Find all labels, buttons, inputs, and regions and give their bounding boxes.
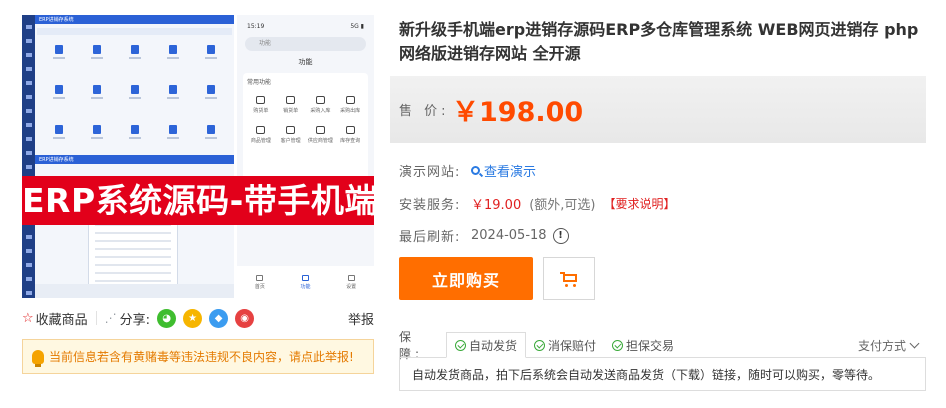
price-value: ￥198.00 (452, 97, 584, 128)
guarantee-description: 自动发货商品，拍下后系统会自动发送商品发货（下载）链接，随时可以购买，零等待。 (399, 357, 926, 391)
share-icon: ⋰ (104, 311, 117, 325)
report-notice[interactable]: 当前信息若含有黄赌毒等违法违规不良内容，请点此举报! (22, 339, 374, 374)
weibo-icon[interactable]: ◉ (235, 308, 255, 328)
price-box: 售 价: ￥198.00 (390, 76, 926, 143)
chevron-down-icon (909, 338, 920, 348)
star-icon: ☆ (22, 310, 34, 326)
demo-link-text: 查看演示 (484, 165, 537, 180)
tab-escrow-trade[interactable]: 担保交易 (604, 332, 682, 358)
notice-text: 当前信息若含有黄赌毒等违法违规不良内容，请点此举报! (49, 350, 354, 364)
add-to-cart-button[interactable] (543, 257, 595, 300)
price-label: 售 价: (399, 104, 450, 119)
refresh-date: 2024-05-18 (471, 228, 547, 243)
install-request-link[interactable]: 【要求说明】 (604, 195, 676, 212)
demo-label: 演示网站: (399, 165, 461, 180)
tab-auto-delivery[interactable]: 自动发货 (446, 332, 527, 358)
buy-now-button[interactable]: 立即购买 (399, 257, 533, 300)
favorite-label: 收藏商品 (35, 312, 88, 328)
favorite-button[interactable]: ☆ 收藏商品 (22, 309, 88, 328)
install-price: ￥19.00 (471, 198, 522, 213)
erp-header-text: ERP进销存系统 (39, 17, 74, 23)
share-label: 分享: (119, 312, 151, 328)
report-link[interactable]: 举报 (348, 309, 374, 328)
phone-search-field: 功能 (245, 37, 366, 51)
install-note: (额外,可选) (529, 198, 596, 213)
check-circle-icon (612, 339, 624, 351)
promo-banner: ERP系统源码-带手机端 (22, 176, 374, 225)
guarantee-tabs: 保 障: 自动发货 消保赔付 担保交易 支付方式 (390, 330, 926, 361)
guarantee-label: 保 障: (399, 330, 424, 361)
qzone-icon[interactable]: ★ (183, 308, 203, 328)
install-row: 安装服务: ￥19.00 (额外,可选) 【要求说明】 (399, 194, 676, 213)
refresh-row: 最后刷新: 2024-05-18 ! (399, 226, 569, 245)
shopping-cart-icon (560, 271, 578, 287)
share-row: ☆ 收藏商品 ⋰ 分享: ◕ ★ ◆ ◉ 举报 (22, 308, 374, 328)
mobile-screenshot: 15:19 5G ▮ 功能 功能 常用功能 购货单 销货单 采购入库 采购出库 … (234, 15, 374, 298)
check-circle-icon (534, 339, 546, 351)
info-icon[interactable]: ! (552, 227, 569, 244)
check-circle-icon (455, 339, 466, 351)
lightbulb-icon (32, 349, 44, 367)
tab-consumer-protection[interactable]: 消保赔付 (526, 332, 604, 358)
phone-tab-bar: 首页 功能 设置 (237, 266, 374, 298)
erp-tabs-row (37, 28, 232, 35)
search-icon (471, 166, 480, 175)
refresh-label: 最后刷新: (399, 230, 461, 245)
install-label: 安装服务: (399, 198, 461, 213)
product-title: 新升级手机端erp进销存源码ERP多仓库管理系统 WEB网页进销存 php网络版… (399, 20, 919, 63)
demo-row: 演示网站: 查看演示 (399, 161, 536, 180)
erp-side-nav (22, 15, 35, 157)
pay-method-dropdown[interactable]: 支付方式 (858, 332, 926, 358)
erp-document-sheet (88, 217, 178, 287)
demo-link[interactable]: 查看演示 (471, 161, 536, 180)
qq-icon[interactable]: ◆ (209, 308, 229, 328)
phone-status-bar: 15:19 5G ▮ (247, 22, 364, 30)
erp-icon-grid (44, 45, 226, 153)
erp-dashboard-screenshot: ERP进销存系统 (22, 15, 234, 157)
product-image[interactable]: ERP进销存系统 ERP进销存系统 15:19 5G ▮ 功能 功能 常用功能 … (22, 15, 374, 298)
phone-page-title: 功能 (298, 58, 313, 66)
phone-function-card: 常用功能 购货单 销货单 采购入库 采购出库 商品管理 客户管理 供应商管理 库… (243, 73, 368, 185)
divider (95, 311, 97, 325)
erp-top-bar: ERP进销存系统 (35, 15, 234, 24)
wechat-icon[interactable]: ◕ (157, 308, 177, 328)
